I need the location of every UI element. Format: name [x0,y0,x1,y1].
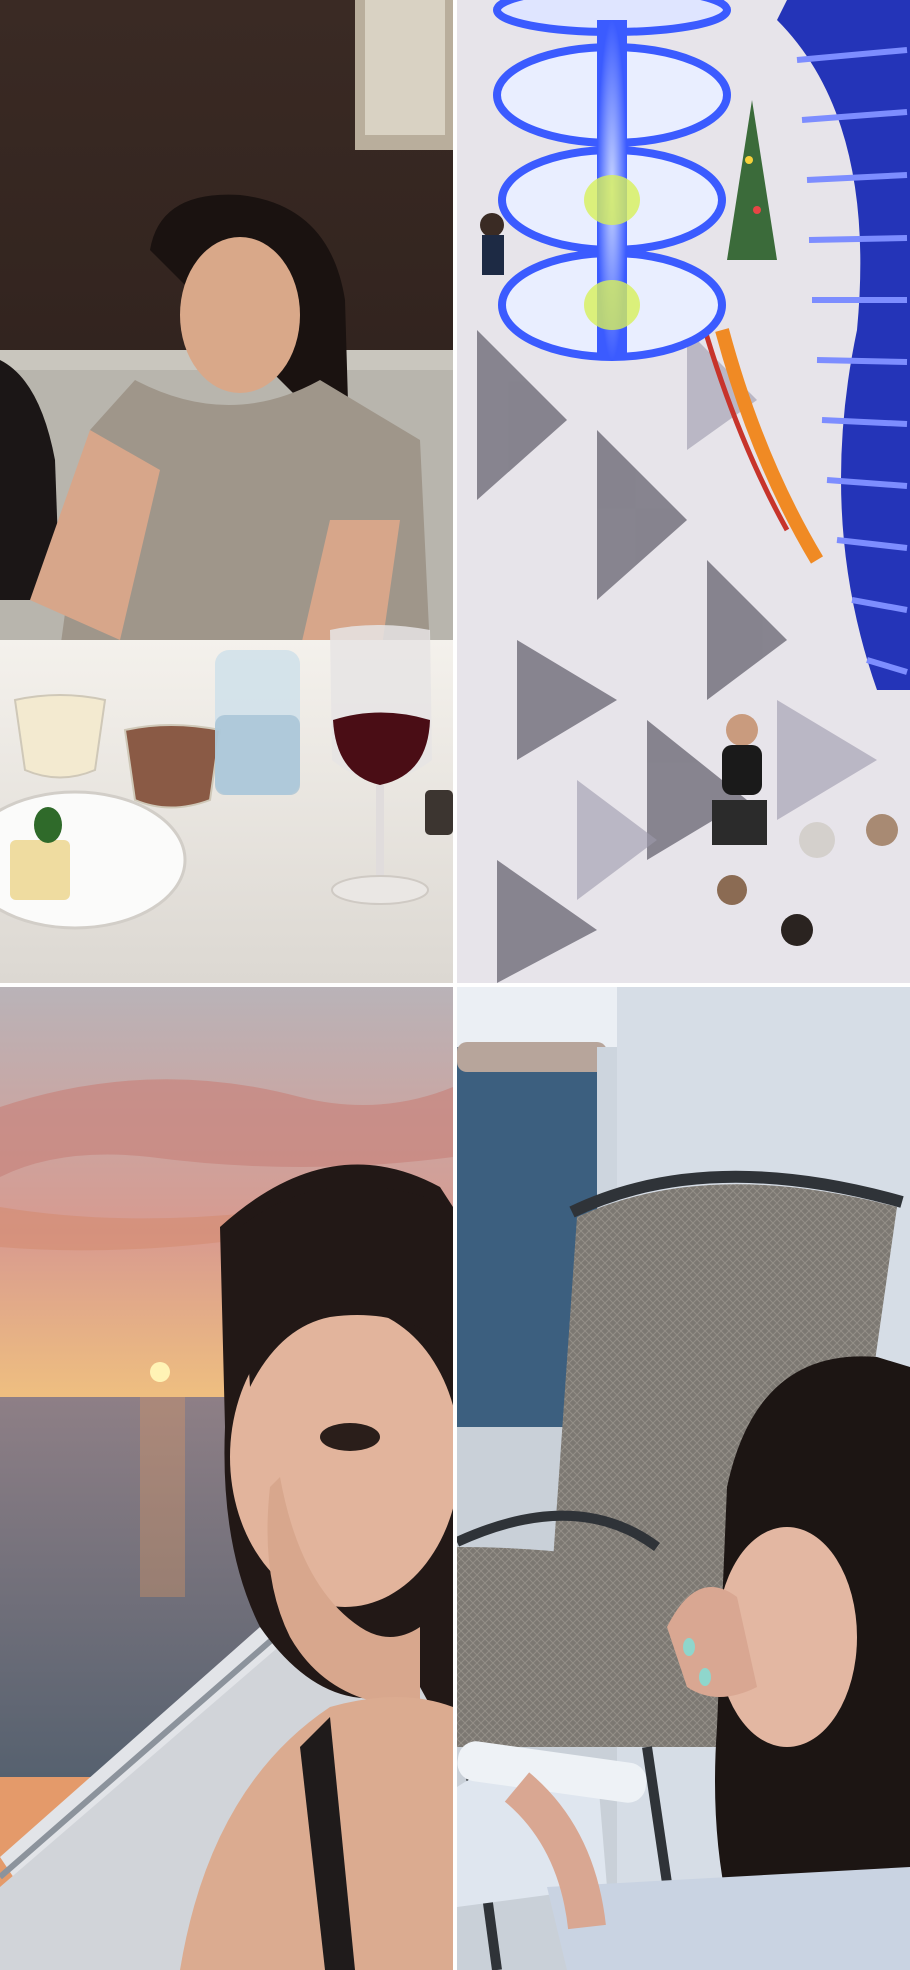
sunset-selfie-image [0,987,453,1970]
balcony-morning-photo [457,987,910,1970]
dinner-portrait-image [0,0,453,983]
photo-collage [0,0,910,1970]
balcony-morning-image [457,987,910,1970]
dinner-portrait-photo [0,0,453,983]
atrium-chandelier-photo [457,0,910,983]
sunset-selfie-photo [0,987,453,1970]
atrium-chandelier-image [457,0,910,983]
